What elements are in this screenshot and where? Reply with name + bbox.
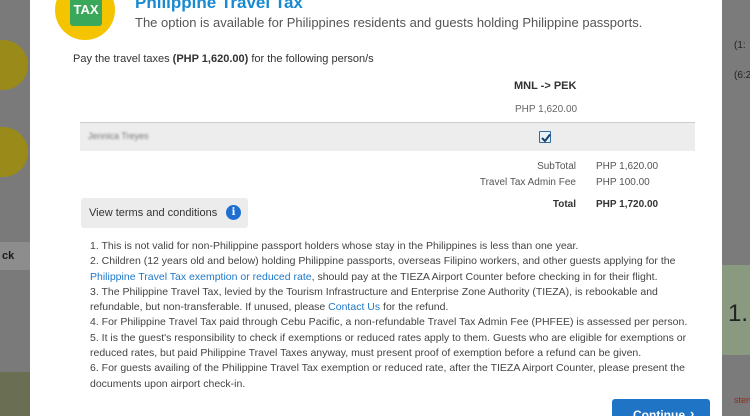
background-icon: [0, 40, 28, 90]
chevron-right-icon: ›: [690, 406, 695, 416]
term-text: 4. For Philippine Travel Tax paid throug…: [90, 316, 688, 329]
background-footer-strip: [0, 372, 30, 416]
continue-label: Continue: [633, 408, 685, 416]
continue-button[interactable]: Continue ›: [612, 399, 710, 416]
term-text: 5. It is the guest's responsibility to c…: [90, 331, 687, 360]
admin-fee-label: Travel Tax Admin Fee: [479, 177, 576, 188]
travel-tax-modal: TAX Philippine Travel Tax The option is …: [30, 0, 722, 416]
total-value: PHP 1,720.00: [596, 199, 659, 210]
view-terms-button[interactable]: View terms and conditions i: [81, 198, 248, 228]
term-item: 6. For guests availing of the Philippine…: [90, 361, 690, 392]
term-text: for the refund.: [380, 301, 449, 314]
background-logo-text: sterC: [734, 395, 750, 405]
pay-instruction: Pay the travel taxes (PHP 1,620.00) for …: [73, 53, 374, 65]
checkmark-icon: [541, 133, 551, 143]
term-item: 5. It is the guest's responsibility to c…: [90, 331, 690, 362]
term-text: , should pay at the TIEZA Airport Counte…: [311, 270, 658, 283]
contact-us-link[interactable]: Contact Us: [328, 301, 380, 313]
travel-tax-logo: TAX: [55, 0, 115, 40]
term-item: 1. This is not valid for non-Philippine …: [90, 239, 690, 254]
term-text: 6. For guests availing of the Philippine…: [90, 362, 685, 390]
passenger-row: Jennica Treyes: [80, 123, 695, 151]
background-big-number: 1.: [728, 300, 749, 327]
background-right-strip: (1: (6:2 1. sterC: [722, 0, 750, 416]
terms-list: 1. This is not valid for non-Philippine …: [90, 239, 690, 392]
passenger-name: Jennica Treyes: [88, 131, 149, 141]
admin-fee-value: PHP 100.00: [596, 177, 650, 188]
background-icon: [0, 127, 28, 177]
pay-suffix: for the following person/s: [248, 53, 374, 65]
tax-bag-icon: TAX: [70, 0, 102, 26]
term-item: 2. Children (12 years old and below) hol…: [90, 254, 690, 285]
term-text: 1. This is not valid for non-Philippine …: [90, 240, 579, 252]
background-time-2: (6:2: [734, 70, 750, 81]
modal-title: Philippine Travel Tax: [135, 0, 303, 12]
background-time-1: (1:: [734, 40, 746, 51]
modal-subtitle: The option is available for Philippines …: [135, 15, 643, 30]
background-label: ck: [0, 242, 30, 270]
term-text: 2. Children (12 years old and below) hol…: [90, 255, 676, 268]
pay-prefix: Pay the travel taxes: [73, 53, 173, 65]
subtotal-label: SubTotal: [537, 161, 576, 172]
flight-route: MNL -> PEK: [514, 80, 577, 92]
term-item: 4. For Philippine Travel Tax paid throug…: [90, 315, 690, 330]
passenger-checkbox[interactable]: [539, 131, 551, 143]
info-icon[interactable]: i: [226, 205, 241, 220]
term-item: 3. The Philippine Travel Tax, levied by …: [90, 285, 690, 316]
pay-amount: (PHP 1,620.00): [172, 53, 249, 65]
route-amount: PHP 1,620.00: [515, 104, 578, 115]
subtotal-value: PHP 1,620.00: [596, 161, 659, 172]
view-terms-label: View terms and conditions: [89, 207, 218, 219]
total-label: Total: [552, 199, 576, 210]
exemption-link[interactable]: Philippine Travel Tax exemption or reduc…: [90, 271, 312, 283]
background-left-strip: ck: [0, 0, 30, 416]
